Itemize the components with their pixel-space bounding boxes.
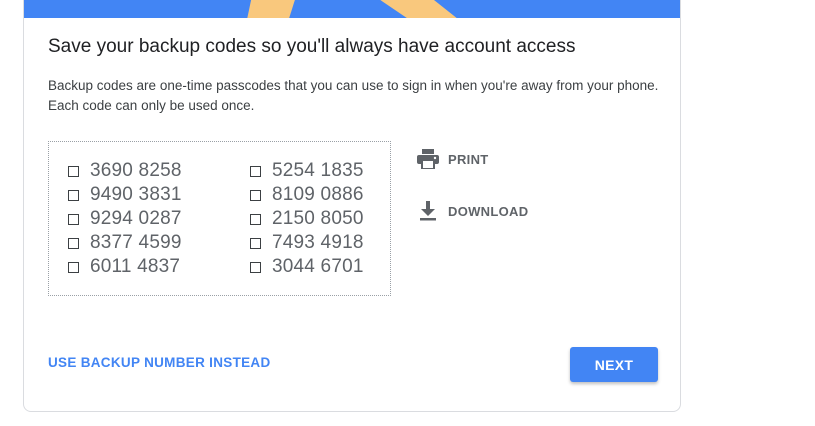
backup-code: 3044 6701 [272,256,364,277]
backup-code: 9490 3831 [90,184,182,205]
code-checkbox[interactable] [250,237,261,249]
codes-column-right: 5254 1835 8109 0886 2150 8050 7493 4918 … [250,159,364,279]
backup-code-row[interactable]: 5254 1835 [250,159,364,183]
backup-code: 7493 4918 [272,232,364,253]
code-checkbox[interactable] [68,213,79,225]
banner-illustration [247,0,457,18]
header-banner [24,0,680,18]
code-checkbox[interactable] [68,189,79,201]
code-checkbox[interactable] [68,237,79,249]
code-checkbox[interactable] [250,213,261,225]
backup-code: 6011 4837 [90,256,181,277]
download-label: DOWNLOAD [448,203,529,219]
backup-code-row[interactable]: 9294 0287 [68,207,182,231]
backup-code-row[interactable]: 6011 4837 [68,255,182,279]
backup-code-row[interactable]: 8377 4599 [68,231,182,255]
backup-code-row[interactable]: 2150 8050 [250,207,364,231]
backup-code: 8109 0886 [272,184,364,205]
next-button[interactable]: NEXT [570,347,658,382]
illustration-hand-left [247,0,295,18]
page-description: Backup codes are one-time passcodes that… [48,78,659,113]
code-checkbox[interactable] [68,261,79,273]
backup-code-row[interactable]: 8109 0886 [250,183,364,207]
backup-code-row[interactable]: 3690 8258 [68,159,182,183]
page-title: Save your backup codes so you'll always … [48,36,576,57]
print-label: PRINT [448,151,489,167]
backup-codes-list: 3690 8258 9490 3831 9294 0287 8377 4599 … [48,141,391,296]
code-checkbox[interactable] [250,165,261,177]
illustration-hand-right [380,0,457,18]
backup-code: 3690 8258 [90,160,182,181]
backup-code: 8377 4599 [90,232,182,253]
backup-code-row[interactable]: 7493 4918 [250,231,364,255]
backup-code-row[interactable]: 3044 6701 [250,255,364,279]
code-checkbox[interactable] [68,165,79,177]
printer-icon [416,147,440,171]
download-icon [416,199,440,223]
use-backup-number-link[interactable]: USE BACKUP NUMBER INSTEAD [48,355,271,370]
backup-code: 9294 0287 [90,208,182,229]
backup-code: 5254 1835 [272,160,364,181]
download-button[interactable]: DOWNLOAD [416,199,528,223]
print-button[interactable]: PRINT [416,147,489,171]
backup-code-row[interactable]: 9490 3831 [68,183,182,207]
code-checkbox[interactable] [250,261,261,273]
backup-code: 2150 8050 [272,208,364,229]
backup-codes-card: Save your backup codes so you'll always … [23,0,681,412]
code-checkbox[interactable] [250,189,261,201]
codes-column-left: 3690 8258 9490 3831 9294 0287 8377 4599 … [68,159,182,279]
